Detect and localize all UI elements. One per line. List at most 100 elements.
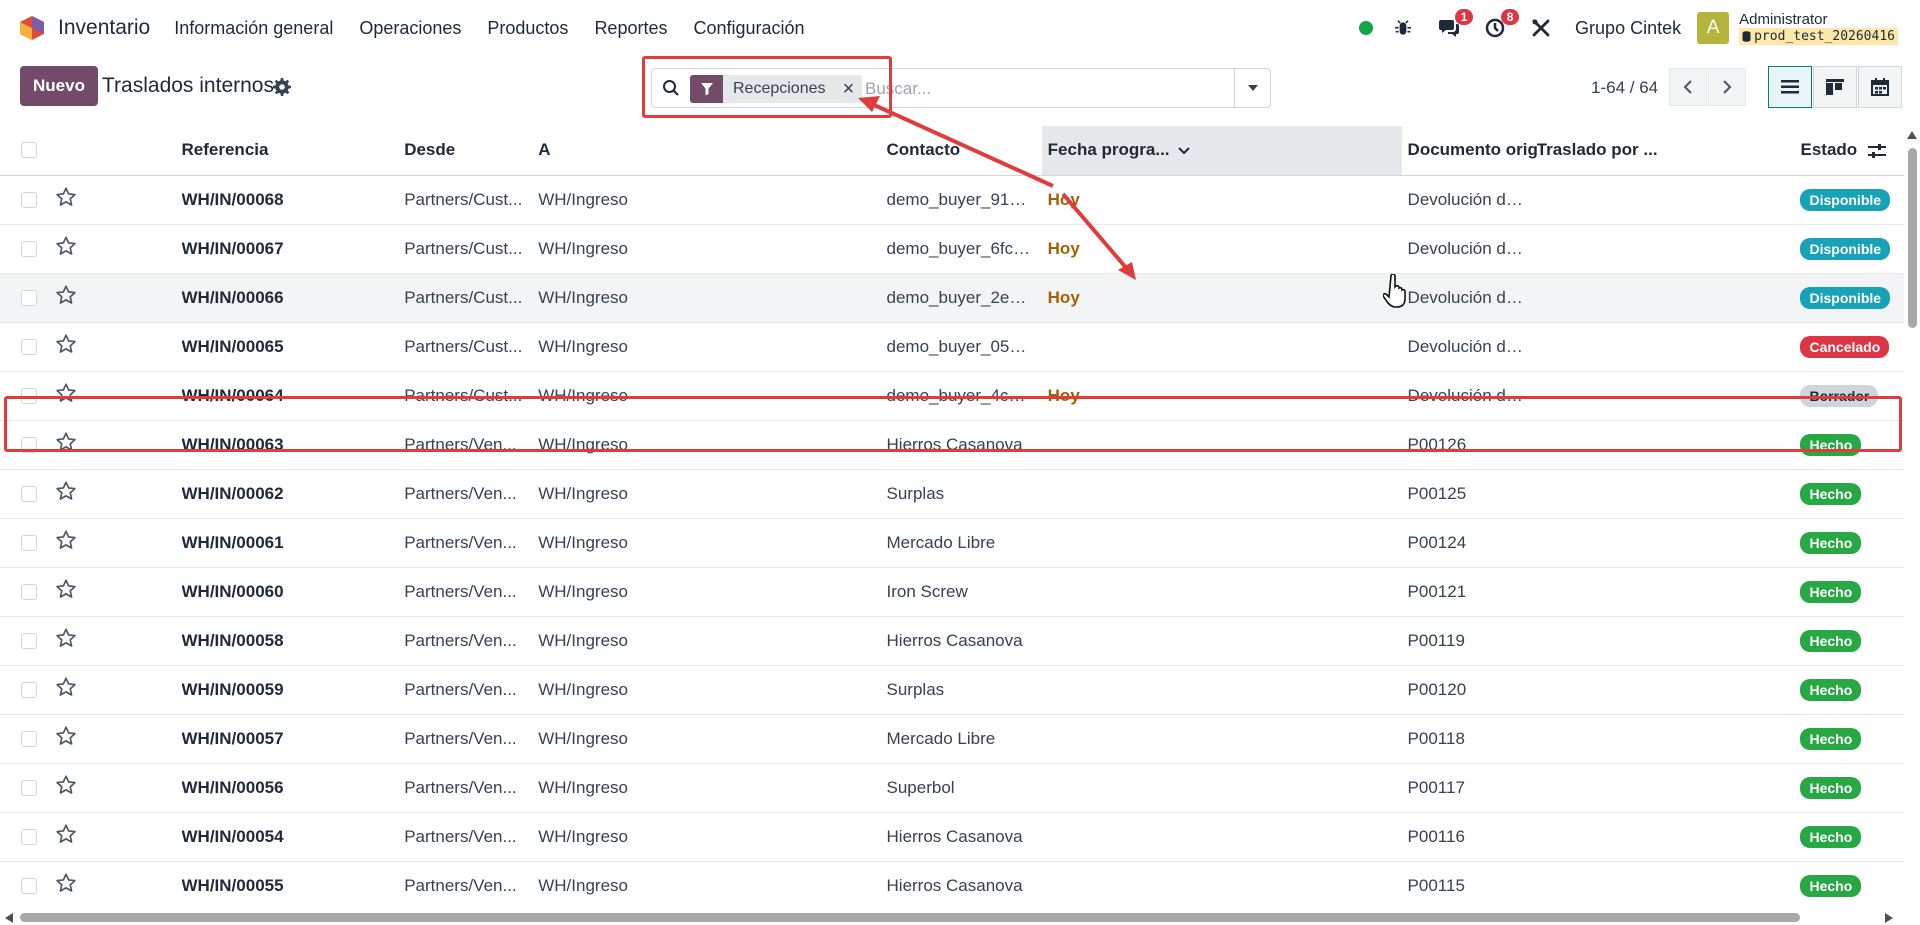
clock-icon[interactable]: 8: [1483, 9, 1520, 40]
row-checkbox-cell[interactable]: [0, 175, 55, 225]
column-header-estado[interactable]: Estado: [1800, 126, 1904, 176]
menu-item-reports[interactable]: Reportes: [594, 18, 667, 39]
pager-value[interactable]: 1-64 / 64: [1591, 78, 1658, 98]
bug-icon[interactable]: [1391, 16, 1415, 40]
row-checkbox-cell[interactable]: [0, 273, 55, 323]
favorite-cell[interactable]: [54, 420, 182, 470]
star-icon[interactable]: [55, 627, 77, 649]
list-view-button[interactable]: [1768, 66, 1812, 108]
odoo-logo-icon[interactable]: [18, 14, 46, 42]
row-checkbox[interactable]: [21, 828, 37, 845]
table-row[interactable]: WH/IN/00061 Partners/Ven... WH/Ingreso Merc…: [0, 518, 1904, 568]
pager-next-button[interactable]: [1708, 68, 1746, 106]
search-icon[interactable]: [662, 79, 680, 97]
favorite-cell[interactable]: [54, 714, 182, 764]
menu-item-products[interactable]: Productos: [487, 18, 568, 39]
row-checkbox-cell[interactable]: [0, 812, 55, 862]
row-checkbox[interactable]: [21, 436, 37, 453]
column-header-a[interactable]: A: [538, 126, 887, 176]
search-options-toggle[interactable]: [1234, 69, 1270, 107]
menu-item-configuration[interactable]: Configuración: [693, 18, 804, 39]
column-header-fecha-programada[interactable]: Fecha progra...: [1041, 126, 1402, 176]
row-checkbox[interactable]: [21, 387, 37, 404]
user-menu[interactable]: Administrator prod_test_20260416: [1739, 11, 1898, 45]
star-icon[interactable]: [55, 676, 77, 698]
favorite-cell[interactable]: [54, 861, 182, 906]
select-all-checkbox-cell[interactable]: [0, 126, 55, 176]
row-checkbox-cell[interactable]: [0, 616, 55, 666]
table-row[interactable]: WH/IN/00067 Partners/Cust... WH/Ingreso dem…: [0, 224, 1904, 274]
tools-icon[interactable]: [1529, 16, 1553, 40]
star-icon[interactable]: [55, 284, 77, 306]
row-checkbox[interactable]: [21, 289, 37, 306]
gear-icon[interactable]: [273, 78, 291, 96]
star-icon[interactable]: [55, 431, 77, 453]
star-icon[interactable]: [55, 578, 77, 600]
table-row[interactable]: WH/IN/00060 Partners/Ven... WH/Ingreso Iron…: [0, 567, 1904, 617]
row-checkbox-cell[interactable]: [0, 322, 55, 372]
column-header-referencia[interactable]: Referencia: [181, 126, 405, 176]
table-row[interactable]: WH/IN/00054 Partners/Ven... WH/Ingreso Hier…: [0, 812, 1904, 862]
app-name[interactable]: Inventario: [58, 16, 150, 40]
remove-facet-close-icon[interactable]: ×: [835, 75, 862, 103]
favorite-cell[interactable]: [54, 567, 182, 617]
row-checkbox[interactable]: [21, 877, 37, 894]
row-checkbox-cell[interactable]: [0, 763, 55, 813]
vertical-scroll-thumb[interactable]: [1908, 148, 1917, 328]
row-checkbox-cell[interactable]: [0, 469, 55, 519]
row-checkbox-cell[interactable]: [0, 861, 55, 906]
vertical-scrollbar[interactable]: [1904, 126, 1920, 910]
row-checkbox-cell[interactable]: [0, 371, 55, 421]
kanban-view-button[interactable]: [1813, 66, 1857, 108]
row-checkbox[interactable]: [21, 681, 37, 698]
table-row[interactable]: WH/IN/00056 Partners/Ven... WH/Ingreso Supe…: [0, 763, 1904, 813]
row-checkbox-cell[interactable]: [0, 224, 55, 274]
column-header-desde[interactable]: Desde: [404, 126, 539, 176]
star-icon[interactable]: [55, 823, 77, 845]
table-row[interactable]: WH/IN/00058 Partners/Ven... WH/Ingreso Hier…: [0, 616, 1904, 666]
select-all-checkbox[interactable]: [21, 142, 37, 159]
star-icon[interactable]: [55, 235, 77, 257]
favorite-cell[interactable]: [54, 224, 182, 274]
row-checkbox-cell[interactable]: [0, 420, 55, 470]
row-checkbox[interactable]: [21, 338, 37, 355]
favorite-cell[interactable]: [54, 469, 182, 519]
company-switcher[interactable]: Grupo Cintek: [1575, 18, 1681, 39]
table-row[interactable]: WH/IN/00055 Partners/Ven... WH/Ingreso Hier…: [0, 861, 1904, 906]
calendar-view-button[interactable]: [1858, 66, 1902, 108]
row-checkbox-cell[interactable]: [0, 665, 55, 715]
favorite-cell[interactable]: [54, 322, 182, 372]
avatar[interactable]: A: [1697, 12, 1730, 44]
table-row[interactable]: WH/IN/00062 Partners/Ven... WH/Ingreso Surp…: [0, 469, 1904, 519]
favorite-cell[interactable]: [54, 371, 182, 421]
menu-item-operations[interactable]: Operaciones: [359, 18, 461, 39]
star-icon[interactable]: [55, 529, 77, 551]
star-icon[interactable]: [55, 333, 77, 355]
favorite-cell[interactable]: [54, 812, 182, 862]
table-row[interactable]: WH/IN/00059 Partners/Ven... WH/Ingreso Surp…: [0, 665, 1904, 715]
table-row[interactable]: WH/IN/00063 Partners/Ven... WH/Ingreso Hier…: [0, 420, 1904, 470]
chat-icon[interactable]: 1: [1437, 9, 1474, 40]
menu-item-general-info[interactable]: Información general: [174, 18, 333, 39]
row-checkbox[interactable]: [21, 583, 37, 600]
pager-previous-button[interactable]: [1669, 68, 1707, 106]
star-icon[interactable]: [55, 382, 77, 404]
row-checkbox[interactable]: [21, 240, 37, 257]
row-checkbox[interactable]: [21, 485, 37, 502]
table-row[interactable]: WH/IN/00068 Partners/Cust... WH/Ingreso dem…: [0, 175, 1904, 225]
horizontal-scroll-thumb[interactable]: [20, 913, 1800, 922]
column-header-contacto[interactable]: Contacto: [886, 126, 1042, 176]
star-icon[interactable]: [55, 774, 77, 796]
favorite-cell[interactable]: [54, 175, 182, 225]
table-row[interactable]: WH/IN/00065 Partners/Cust... WH/Ingreso dem…: [0, 322, 1904, 372]
row-checkbox-cell[interactable]: [0, 567, 55, 617]
favorite-cell[interactable]: [54, 273, 182, 323]
row-checkbox-cell[interactable]: [0, 714, 55, 764]
optional-columns-sliders-icon[interactable]: [1868, 143, 1886, 159]
star-icon[interactable]: [55, 725, 77, 747]
favorite-cell[interactable]: [54, 616, 182, 666]
row-checkbox[interactable]: [21, 730, 37, 747]
row-checkbox[interactable]: [21, 191, 37, 208]
row-checkbox[interactable]: [21, 534, 37, 551]
star-icon[interactable]: [55, 872, 77, 894]
